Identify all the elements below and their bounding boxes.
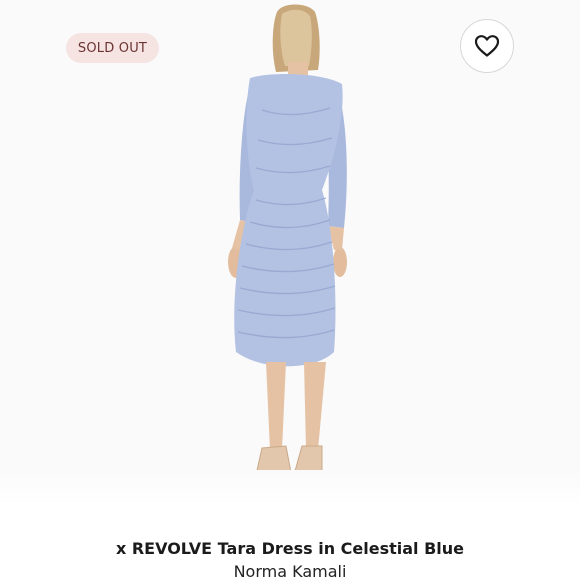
like-button[interactable] [460,19,514,73]
product-photo[interactable]: SOLD OUT [0,0,580,505]
carousel-dot-3-active[interactable] [300,482,310,492]
model-in-dress-illustration [228,4,347,487]
sold-out-badge: SOLD OUT [66,33,159,63]
heart-outline-icon [474,35,500,57]
carousel-dot-2[interactable] [275,482,284,492]
brand-name[interactable]: Norma Kamali [0,562,580,581]
carousel-dot-1[interactable] [250,482,259,492]
listing-title: x REVOLVE Tara Dress in Celestial Blue [115,539,465,558]
carousel-dots [250,480,330,494]
